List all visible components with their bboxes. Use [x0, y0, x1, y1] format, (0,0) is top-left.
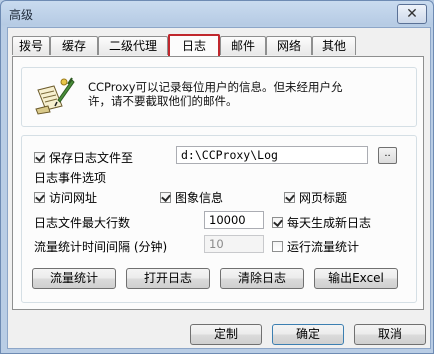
tab-cache[interactable]: 缓存 — [50, 36, 98, 55]
log-panel: CCProxy可以记录每位用户的信息。但未经用户允 许，请不要截取他们的邮件。 … — [12, 56, 424, 310]
visit-url-checkbox[interactable] — [34, 192, 45, 203]
info-text-line1: CCProxy可以记录每位用户的信息。但未经用户允 — [88, 80, 408, 94]
close-icon: ✕ — [406, 7, 418, 21]
interval-input[interactable]: 10 — [204, 235, 264, 253]
image-info-checkbox[interactable] — [160, 192, 171, 203]
tab-network[interactable]: 网络 — [266, 36, 312, 55]
image-info-row[interactable]: 图象信息 — [160, 189, 223, 206]
save-log-label: 保存日志文件至 — [49, 149, 133, 166]
run-stats-checkbox[interactable] — [272, 241, 283, 252]
tab-mail[interactable]: 邮件 — [220, 36, 266, 55]
open-log-button[interactable]: 打开日志 — [126, 268, 210, 289]
ok-button[interactable]: 确定 — [272, 324, 344, 345]
browse-button[interactable]: .. — [378, 147, 397, 164]
run-stats-row[interactable]: 运行流量统计 — [272, 238, 359, 255]
info-group: CCProxy可以记录每位用户的信息。但未经用户允 许，请不要截取他们的邮件。 — [21, 67, 417, 127]
tab-secondary-proxy[interactable]: 二级代理 — [98, 36, 168, 55]
max-lines-row: 日志文件最大行数 — [34, 214, 130, 231]
window-title: 高级 — [9, 6, 33, 23]
title-bar[interactable]: 高级 ✕ — [1, 1, 433, 27]
page-title-row[interactable]: 网页标题 — [284, 189, 347, 206]
traffic-stats-button[interactable]: 流量统计 — [32, 268, 116, 289]
tab-log[interactable]: 日志 — [168, 34, 220, 57]
max-lines-input[interactable]: 10000 — [204, 211, 264, 229]
advanced-dialog: 高级 ✕ 拨号 缓存 二级代理 日志 邮件 网络 其他 — [0, 0, 434, 354]
save-log-checkbox[interactable] — [34, 152, 45, 163]
info-text: CCProxy可以记录每位用户的信息。但未经用户允 许，请不要截取他们的邮件。 — [88, 80, 408, 108]
event-options-row: 日志事件选项 — [34, 169, 106, 186]
daily-new-log-checkbox[interactable] — [272, 217, 283, 228]
tab-other[interactable]: 其他 — [312, 36, 356, 55]
visit-url-row[interactable]: 访问网址 — [34, 189, 97, 206]
event-options-label: 日志事件选项 — [34, 169, 106, 186]
visit-url-label: 访问网址 — [49, 189, 97, 206]
customize-button[interactable]: 定制 — [190, 324, 262, 345]
save-log-checkbox-row[interactable]: 保存日志文件至 — [34, 149, 133, 166]
export-excel-button[interactable]: 输出Excel — [314, 268, 398, 289]
cancel-button[interactable]: 取消 — [354, 324, 426, 345]
interval-label: 流量统计时间间隔 (分钟) — [34, 238, 167, 255]
log-settings-group: 保存日志文件至 d:\CCProxy\Log .. 日志事件选项 访问网址 图象… — [21, 135, 417, 303]
run-stats-label: 运行流量统计 — [287, 238, 359, 255]
log-path-input[interactable]: d:\CCProxy\Log — [176, 146, 368, 164]
image-info-label: 图象信息 — [175, 189, 223, 206]
clear-log-button[interactable]: 清除日志 — [220, 268, 304, 289]
interval-row: 流量统计时间间隔 (分钟) — [34, 238, 167, 255]
tab-dialup[interactable]: 拨号 — [12, 36, 50, 55]
page-title-label: 网页标题 — [299, 189, 347, 206]
info-text-line2: 许，请不要截取他们的邮件。 — [88, 94, 408, 108]
page-title-checkbox[interactable] — [284, 192, 295, 203]
max-lines-label: 日志文件最大行数 — [34, 214, 130, 231]
daily-new-log-label: 每天生成新日志 — [287, 214, 371, 231]
daily-new-log-row[interactable]: 每天生成新日志 — [272, 214, 371, 231]
scroll-quill-icon — [32, 76, 76, 116]
dialog-body: 拨号 缓存 二级代理 日志 邮件 网络 其他 CCProxy可以 — [7, 27, 431, 349]
close-button[interactable]: ✕ — [397, 4, 427, 24]
